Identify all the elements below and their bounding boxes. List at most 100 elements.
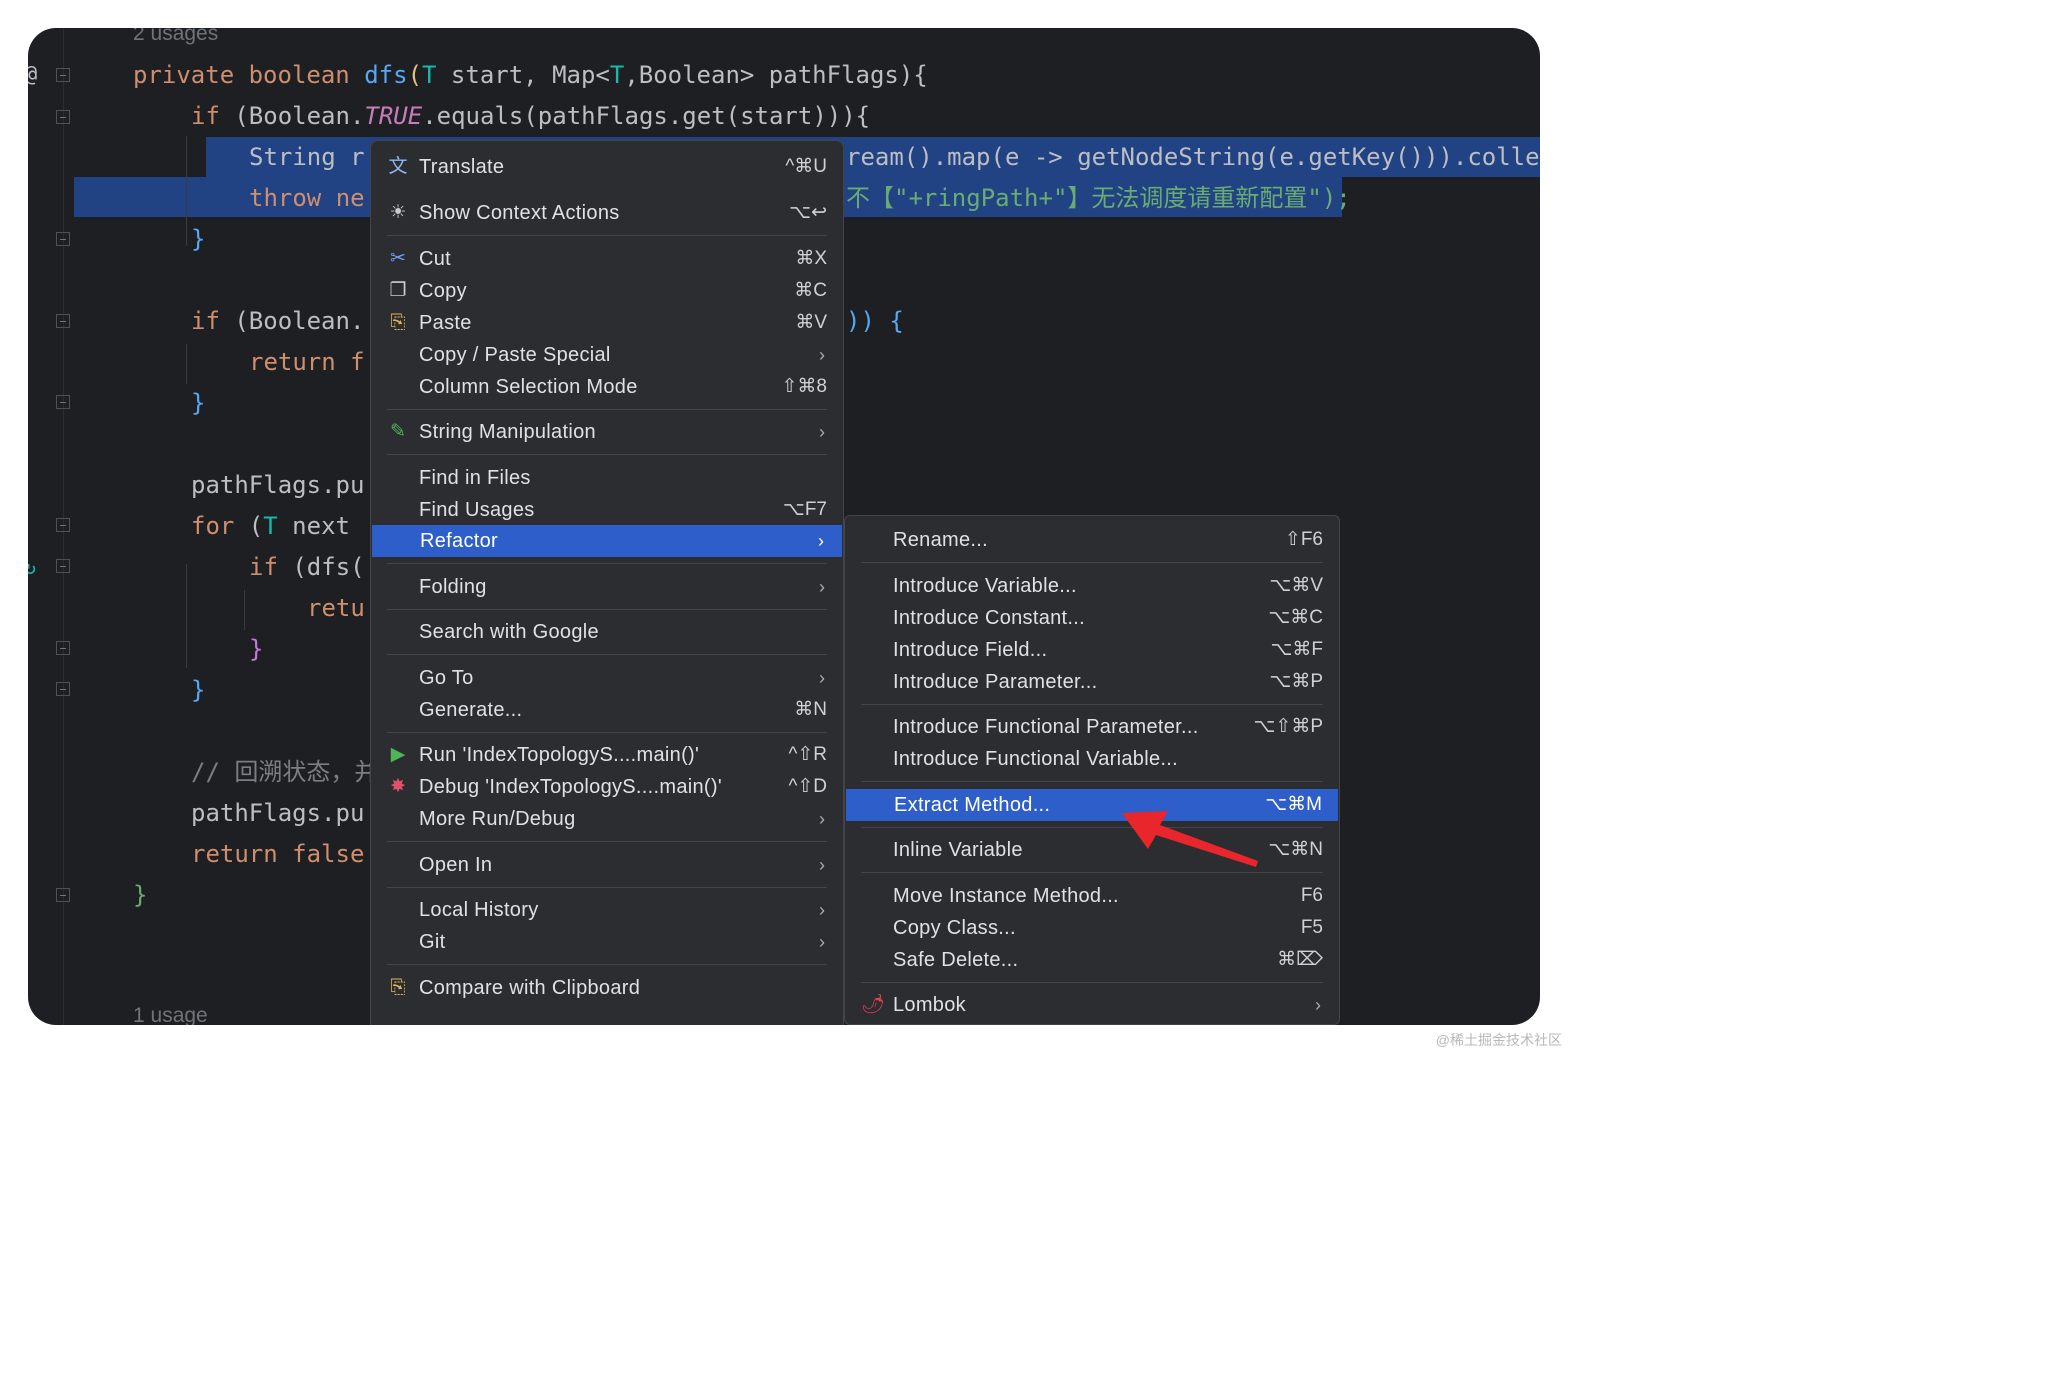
- menu-item-generate[interactable]: Generate... ⌘N: [371, 694, 843, 726]
- menu-separator: [387, 563, 827, 564]
- menu-item-git[interactable]: Git ›: [371, 926, 843, 958]
- menu-item-folding[interactable]: Folding ›: [371, 571, 843, 603]
- chevron-right-icon: ›: [819, 932, 825, 952]
- ide-window: @ ↻ 2 usages private boolean dfs(T start…: [28, 28, 1540, 1025]
- chevron-right-icon: ›: [818, 531, 824, 551]
- menu-item-local-history[interactable]: Local History ›: [371, 894, 843, 926]
- menu-item-copy-paste-special[interactable]: Copy / Paste Special ›: [371, 339, 843, 371]
- code-line[interactable]: for (T next: [191, 511, 350, 541]
- code-line[interactable]: pathFlags.pu: [191, 470, 364, 500]
- override-marker-icon[interactable]: @: [28, 62, 37, 87]
- chevron-right-icon: ›: [819, 577, 825, 597]
- submenu-item-copy-class[interactable]: Copy Class... F5: [845, 912, 1339, 944]
- fold-toggle-icon[interactable]: [56, 110, 70, 124]
- menu-separator: [861, 982, 1323, 983]
- code-line[interactable]: retu: [307, 593, 365, 623]
- indent-guide: [186, 564, 187, 668]
- code-line[interactable]: if (Boolean.TRUE.equals(pathFlags.get(st…: [191, 101, 870, 131]
- menu-separator: [861, 781, 1323, 782]
- fold-toggle-icon[interactable]: [56, 314, 70, 328]
- submenu-item-introduce-field[interactable]: Introduce Field... ⌥⌘F: [845, 634, 1339, 666]
- code-line[interactable]: if (Boolean.: [191, 306, 364, 336]
- indent-guide: [186, 344, 187, 384]
- code-line[interactable]: }: [191, 224, 205, 254]
- menu-item-compare-clipboard[interactable]: ⎘ Compare with Clipboard: [371, 972, 843, 1004]
- scissors-icon: ✂: [390, 248, 406, 269]
- chevron-right-icon: ›: [819, 809, 825, 829]
- code-line[interactable]: if (dfs(: [249, 552, 365, 582]
- menu-item-find-usages[interactable]: Find Usages ⌥F7: [371, 494, 843, 526]
- menu-item-refactor[interactable]: Refactor ›: [372, 525, 842, 557]
- code-line[interactable]: return false: [191, 839, 364, 869]
- chevron-right-icon: ›: [819, 900, 825, 920]
- submenu-item-safe-delete[interactable]: Safe Delete... ⌘⌦: [845, 944, 1339, 976]
- menu-separator: [387, 409, 827, 410]
- recursion-marker-icon[interactable]: ↻: [28, 555, 36, 579]
- code-line[interactable]: }: [191, 388, 205, 418]
- fold-toggle-icon[interactable]: [56, 641, 70, 655]
- code-line[interactable]: ream().map(e -> getNodeString(e.getKey()…: [846, 142, 1540, 172]
- code-line[interactable]: pathFlags.pu: [191, 798, 364, 828]
- usages-hint[interactable]: 2 usages: [133, 28, 218, 46]
- code-line[interactable]: return f: [249, 347, 365, 377]
- submenu-item-rename[interactable]: Rename... ⇧F6: [845, 524, 1339, 556]
- menu-item-more-run-debug[interactable]: More Run/Debug ›: [371, 803, 843, 835]
- submenu-item-introduce-functional-variable[interactable]: Introduce Functional Variable...: [845, 743, 1339, 775]
- fold-toggle-icon[interactable]: [56, 68, 70, 82]
- submenu-item-move-instance-method[interactable]: Move Instance Method... F6: [845, 880, 1339, 912]
- menu-item-translate[interactable]: 文 Translate ^⌘U: [371, 151, 843, 183]
- fold-toggle-icon[interactable]: [56, 518, 70, 532]
- submenu-item-introduce-functional-parameter[interactable]: Introduce Functional Parameter... ⌥⇧⌘P: [845, 711, 1339, 743]
- menu-item-copy[interactable]: ❐ Copy ⌘C: [371, 275, 843, 307]
- code-line[interactable]: 不【"+ringPath+"】无法调度请重新配置");: [846, 183, 1351, 213]
- code-line[interactable]: throw ne: [249, 183, 365, 213]
- menu-item-show-context-actions[interactable]: ☀ Show Context Actions ⌥↩: [371, 197, 843, 229]
- menu-separator: [861, 562, 1323, 563]
- chevron-right-icon: ›: [819, 422, 825, 442]
- usages-hint[interactable]: 1 usage: [133, 1004, 208, 1025]
- pencil-icon: ✎: [390, 421, 406, 442]
- menu-separator: [387, 964, 827, 965]
- menu-item-paste[interactable]: ⎘ Paste ⌘V: [371, 307, 843, 339]
- submenu-item-introduce-constant[interactable]: Introduce Constant... ⌥⌘C: [845, 602, 1339, 634]
- menu-separator: [387, 454, 827, 455]
- run-icon: ▶: [390, 744, 406, 765]
- submenu-item-lombok[interactable]: 🌶 Lombok ›: [845, 989, 1339, 1021]
- fold-toggle-icon[interactable]: [56, 559, 70, 573]
- menu-item-string-manipulation[interactable]: ✎ String Manipulation ›: [371, 416, 843, 448]
- chevron-right-icon: ›: [819, 668, 825, 688]
- menu-item-debug[interactable]: ✸ Debug 'IndexTopologyS....main()' ^⇧D: [371, 771, 843, 803]
- code-line[interactable]: private boolean dfs(T start, Map<T,Boole…: [133, 60, 928, 90]
- menu-item-search-google[interactable]: Search with Google: [371, 616, 843, 648]
- submenu-item-introduce-variable[interactable]: Introduce Variable... ⌥⌘V: [845, 570, 1339, 602]
- code-comment[interactable]: // 回溯状态，并: [191, 757, 378, 787]
- code-line[interactable]: )) {: [846, 306, 904, 336]
- menu-item-go-to[interactable]: Go To ›: [371, 662, 843, 694]
- menu-separator: [387, 841, 827, 842]
- code-line[interactable]: }: [133, 880, 147, 910]
- menu-item-cut[interactable]: ✂ Cut ⌘X: [371, 243, 843, 275]
- code-line[interactable]: }: [191, 675, 205, 705]
- chevron-right-icon: ›: [819, 345, 825, 365]
- code-line[interactable]: String r: [249, 142, 365, 172]
- chili-pepper-icon: 🌶: [861, 994, 886, 1015]
- annotation-arrow: [1122, 811, 1258, 867]
- indent-guide: [186, 136, 187, 246]
- menu-item-column-selection[interactable]: Column Selection Mode ⇧⌘8: [371, 371, 843, 403]
- menu-separator: [387, 732, 827, 733]
- submenu-item-introduce-parameter[interactable]: Introduce Parameter... ⌥⌘P: [845, 666, 1339, 698]
- fold-toggle-icon[interactable]: [56, 232, 70, 246]
- translate-icon: 文: [388, 156, 408, 177]
- fold-toggle-icon[interactable]: [56, 395, 70, 409]
- bug-icon: ✸: [390, 776, 406, 797]
- fold-toggle-icon[interactable]: [56, 888, 70, 902]
- chevron-right-icon: ›: [819, 855, 825, 875]
- lightbulb-icon: ☀: [389, 202, 407, 223]
- menu-item-run[interactable]: ▶ Run 'IndexTopologyS....main()' ^⇧R: [371, 739, 843, 771]
- menu-separator: [387, 235, 827, 236]
- fold-toggle-icon[interactable]: [56, 682, 70, 696]
- menu-item-open-in[interactable]: Open In ›: [371, 849, 843, 881]
- chevron-right-icon: ›: [1315, 995, 1321, 1015]
- code-line[interactable]: }: [249, 634, 263, 664]
- menu-item-find-in-files[interactable]: Find in Files: [371, 462, 843, 494]
